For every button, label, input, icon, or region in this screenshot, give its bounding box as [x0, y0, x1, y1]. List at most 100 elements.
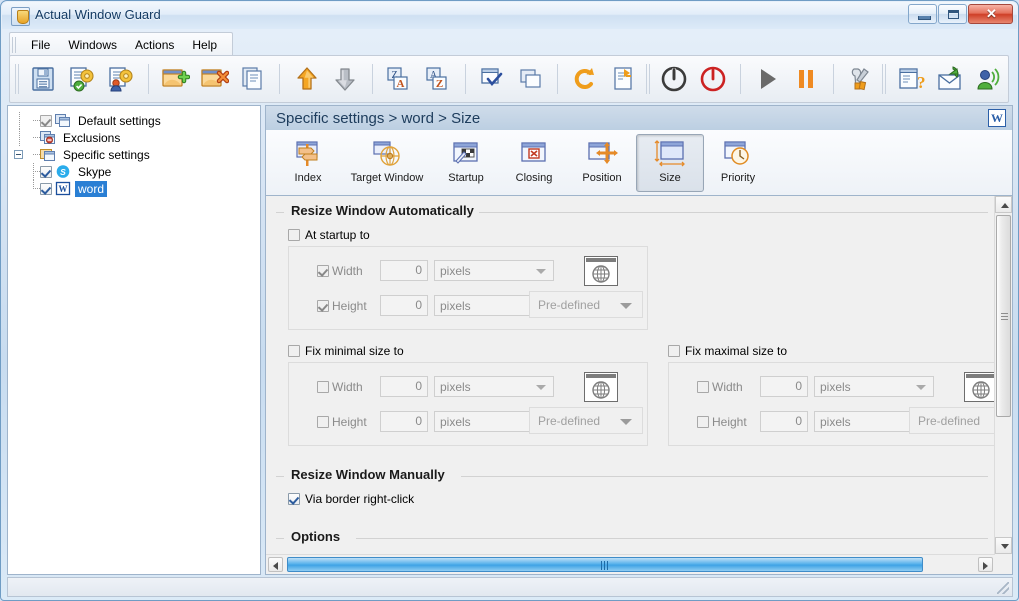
svg-text:S: S [60, 167, 66, 177]
startup-width-unit-select[interactable]: pixels [434, 260, 554, 281]
minimal-target-picker-button[interactable] [584, 372, 618, 402]
settings-tree-panel[interactable]: Default settings Exclusions Specific set… [7, 105, 261, 575]
resize-grip-icon[interactable] [997, 582, 1009, 594]
maximal-height-checkbox[interactable] [697, 415, 709, 428]
via-border-right-click-label: Via border right-click [305, 492, 415, 506]
undo-button[interactable] [565, 59, 604, 99]
minimal-height-checkbox[interactable] [317, 415, 329, 428]
scroll-up-button[interactable] [995, 196, 1012, 213]
tree-item-word[interactable]: W word [12, 180, 256, 197]
globe-target-icon [373, 141, 400, 166]
minimal-width-checkbox[interactable] [317, 380, 329, 393]
toolbar-drag-handle[interactable] [15, 64, 21, 94]
sort-ascending-button[interactable]: A Z [419, 59, 458, 99]
toolbar-drag-handle[interactable] [646, 64, 652, 94]
maximal-width-input[interactable]: 0 [760, 376, 808, 397]
tab-index[interactable]: Index [274, 134, 342, 192]
scroll-left-button[interactable] [268, 557, 283, 572]
configure-button[interactable] [840, 59, 879, 99]
tree-item-exclusions[interactable]: Exclusions [12, 129, 256, 146]
horizontal-scroll-thumb[interactable] [287, 557, 923, 572]
minimal-predefined-button[interactable]: Pre-defined [529, 407, 643, 434]
apply-settings-button[interactable] [63, 59, 102, 99]
tree-indent [26, 146, 41, 163]
scroll-down-button[interactable] [995, 537, 1012, 554]
start-button[interactable] [748, 59, 787, 99]
help-button[interactable]: ? [891, 59, 930, 99]
minimal-height-row: Height 0 pixels [317, 411, 554, 432]
tree-expander[interactable] [12, 146, 26, 163]
pause-button[interactable] [787, 59, 826, 99]
tab-label: Size [659, 172, 681, 184]
startup-predefined-button[interactable]: Pre-defined [529, 291, 643, 318]
fix-maximal-size-checkbox[interactable] [668, 345, 680, 357]
window-titlebar-decoration [586, 374, 616, 378]
mail-button[interactable] [930, 59, 969, 99]
window-add-icon [162, 69, 190, 87]
tree-item-default-settings[interactable]: Default settings [12, 112, 256, 129]
close-button[interactable]: ✕ [968, 4, 1013, 24]
at-startup-to-checkbox[interactable] [288, 229, 300, 241]
minimal-width-input[interactable]: 0 [380, 376, 428, 397]
collapse-icon[interactable] [14, 150, 23, 159]
content-horizontal-scrollbar[interactable] [266, 554, 995, 574]
startup-height-input[interactable]: 0 [380, 295, 428, 316]
save-button[interactable] [24, 59, 63, 99]
maximal-width-checkbox[interactable] [697, 380, 709, 393]
skype-icon: S [55, 164, 71, 179]
window-close-icon [521, 142, 546, 162]
tree-item-specific-settings[interactable]: Specific settings [12, 146, 256, 163]
move-up-button[interactable] [287, 59, 326, 99]
tree-item-checkbox[interactable] [40, 165, 52, 178]
tab-target-window[interactable]: Target Window [342, 134, 432, 192]
fix-minimal-size-checkbox-row[interactable]: Fix minimal size to [288, 344, 404, 358]
via-border-right-click-row[interactable]: Via border right-click [288, 492, 414, 506]
check-all-button[interactable] [473, 59, 512, 99]
startup-width-checkbox[interactable] [317, 264, 329, 277]
disable-button[interactable] [694, 59, 733, 99]
maximal-width-unit-select[interactable]: pixels [814, 376, 934, 397]
maximal-width-row: Width 0 pixels [697, 376, 934, 397]
tab-closing[interactable]: Closing [500, 134, 568, 192]
at-startup-to-checkbox-row[interactable]: At startup to [288, 228, 370, 242]
vertical-scroll-thumb[interactable] [996, 215, 1011, 417]
toolbar-drag-handle[interactable] [882, 64, 889, 94]
content-vertical-scrollbar[interactable] [994, 196, 1012, 554]
menu-drag-handle[interactable] [12, 36, 18, 53]
tab-priority[interactable]: Priority [704, 134, 772, 192]
fix-minimal-size-checkbox[interactable] [288, 345, 300, 357]
export-button[interactable] [604, 59, 643, 99]
minimize-button[interactable] [908, 4, 937, 24]
maximal-target-picker-button[interactable] [964, 372, 995, 402]
delete-item-button[interactable] [194, 59, 233, 99]
startup-height-checkbox[interactable] [317, 299, 329, 312]
user-settings-button[interactable] [102, 59, 141, 99]
copy-item-button[interactable] [233, 59, 272, 99]
minimal-height-input[interactable]: 0 [380, 411, 428, 432]
tree-item-checkbox[interactable] [40, 114, 52, 127]
tree-item-skype[interactable]: S Skype [12, 163, 256, 180]
enable-button[interactable] [655, 59, 694, 99]
sort-descending-button[interactable]: Z A [380, 59, 419, 99]
menu-item-actions[interactable]: Actions [126, 35, 183, 55]
menu-item-help[interactable]: Help [183, 35, 226, 55]
fix-maximal-size-checkbox-row[interactable]: Fix maximal size to [668, 344, 787, 358]
uncheck-all-button[interactable] [512, 59, 551, 99]
menu-item-windows[interactable]: Windows [59, 35, 126, 55]
maximal-height-input[interactable]: 0 [760, 411, 808, 432]
tab-startup[interactable]: Startup [432, 134, 500, 192]
maximal-predefined-button[interactable]: Pre-defined [909, 407, 995, 434]
tree-item-checkbox[interactable] [40, 182, 52, 195]
startup-width-input[interactable]: 0 [380, 260, 428, 281]
add-item-button[interactable] [155, 59, 194, 99]
maximize-button[interactable] [938, 4, 967, 24]
startup-target-picker-button[interactable] [584, 256, 618, 286]
support-button[interactable] [969, 59, 1008, 99]
scroll-right-button[interactable] [978, 557, 993, 572]
menu-item-file[interactable]: File [22, 35, 59, 55]
tab-size[interactable]: Size [636, 134, 704, 192]
tab-position[interactable]: Position [568, 134, 636, 192]
move-down-button[interactable] [326, 59, 365, 99]
minimal-width-unit-select[interactable]: pixels [434, 376, 554, 397]
via-border-right-click-checkbox[interactable] [288, 493, 300, 505]
